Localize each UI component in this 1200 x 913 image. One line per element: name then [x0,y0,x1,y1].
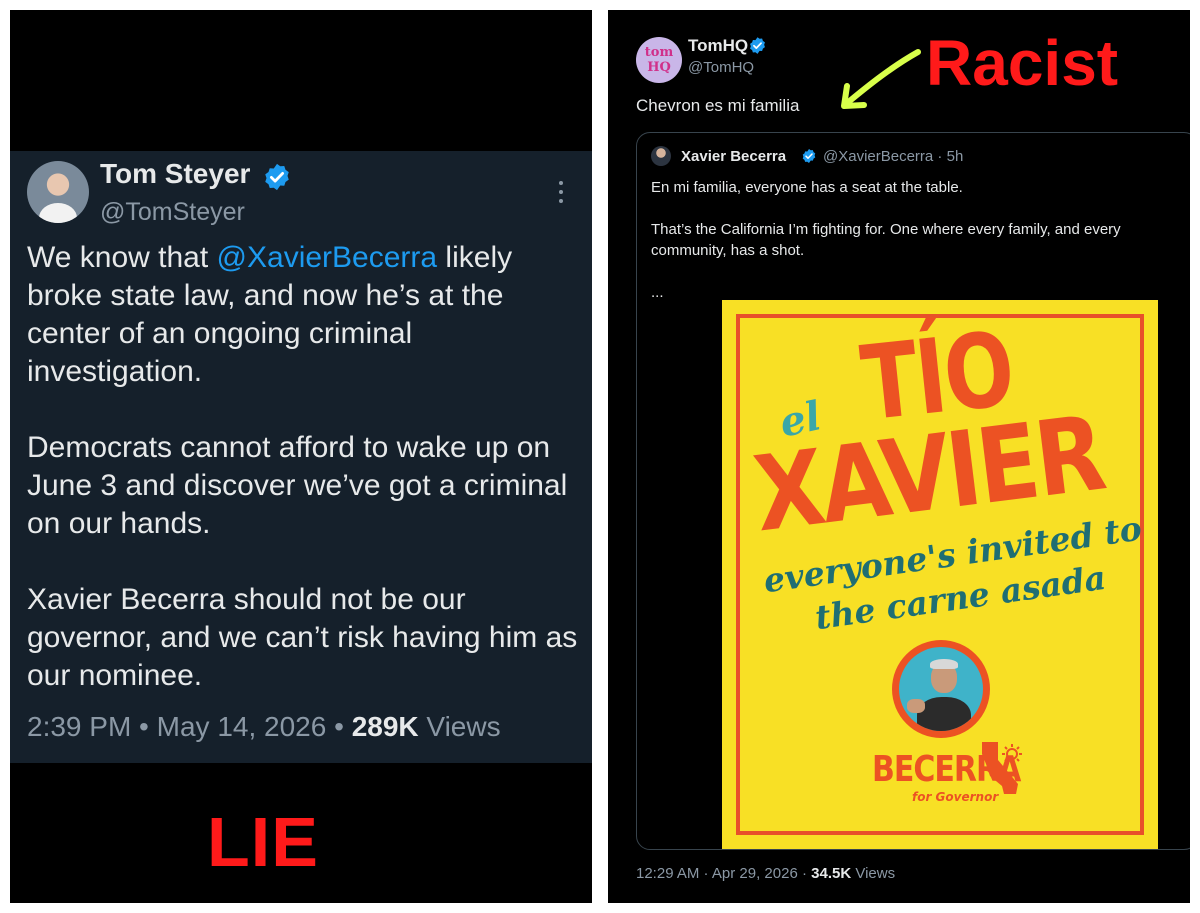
handle[interactable]: @TomSteyer [100,198,245,227]
separator: · [699,865,712,882]
avatar[interactable] [27,161,89,223]
views-count: 289K [351,711,419,742]
tweet-card-steyer[interactable]: Tom Steyer @TomSteyer We know that @Xavi… [10,151,592,763]
poster-for-governor: for Governor [912,790,999,804]
quoted-text: En mi familia, everyone has a seat at th… [651,177,1181,303]
tweet-meta: 12:29 AM · Apr 29, 2026 · 34.5K Views [636,865,895,882]
paragraph: Democrats cannot afford to wake up on Ju… [27,431,568,540]
tweet-text: We know that @XavierBecerra likely broke… [27,239,582,733]
text-span: We know that [27,241,217,274]
timestamp[interactable]: 12:29 AM [636,865,699,882]
candidate-photo [892,640,990,738]
date[interactable]: Apr 29, 2026 [712,865,798,882]
lie-label: LIE [207,803,319,881]
timestamp[interactable]: 2:39 PM [27,711,131,742]
paragraph: Xavier Becerra should not be our governo… [27,583,578,692]
verified-badge-icon [265,163,289,191]
display-name[interactable]: Tom Steyer [100,158,250,190]
views-count: 34.5K [811,865,852,882]
separator: · [797,865,812,882]
more-options-icon[interactable] [558,181,564,203]
paragraph: En mi familia, everyone has a seat at th… [651,179,963,196]
date[interactable]: May 14, 2026 [157,711,327,742]
tweet-meta: 2:39 PM • May 14, 2026 • 289K Views [27,711,501,743]
campaign-poster[interactable]: TÍO el XAVIER everyone's invited to the … [722,300,1158,849]
views-label: Views [418,711,501,742]
verified-badge-icon [802,149,816,163]
quoted-tweet[interactable]: Xavier Becerra @XavierBecerra · 5h En mi… [636,132,1190,850]
paragraph: That’s the California I’m fighting for. … [651,221,1121,259]
separator: • [326,711,352,742]
left-panel: Tom Steyer @TomSteyer We know that @Xavi… [10,10,592,903]
display-name[interactable]: Xavier Becerra [681,148,786,165]
avatar[interactable] [651,146,671,166]
handle[interactable]: @XavierBecerra · 5h [823,148,963,165]
racist-label: Racist [926,27,1119,99]
separator: • [131,711,157,742]
california-icon [982,742,1022,794]
right-panel: tom HQ TomHQ @TomHQ Chevron es mi famili… [608,10,1190,903]
mention-link[interactable]: @XavierBecerra [217,241,438,274]
views-label: Views [851,865,896,882]
